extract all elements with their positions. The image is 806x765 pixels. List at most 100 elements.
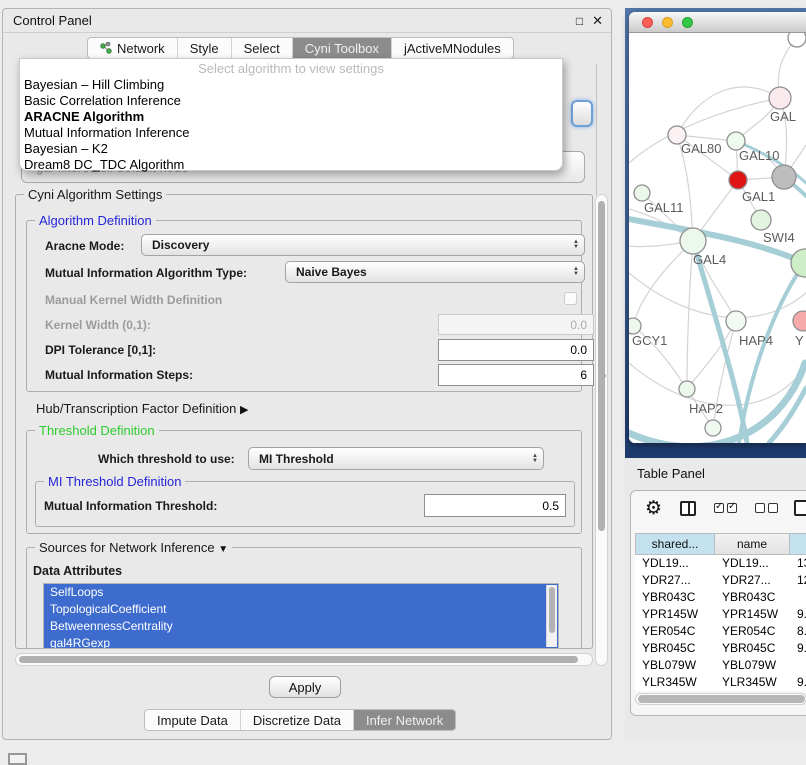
node-table[interactable]: shared...name YDL19...YDL19...13YDR27...…	[635, 533, 806, 691]
table-cell: 12	[790, 572, 806, 589]
column-header[interactable]: shared...	[635, 533, 715, 555]
table-cell: YER054C	[635, 623, 715, 640]
tab-impute-data[interactable]: Impute Data	[145, 710, 241, 730]
node-label: GAL10	[739, 148, 779, 163]
table-row[interactable]: YER054CYER054C8.	[635, 623, 806, 640]
network-window[interactable]: GALGAL80GAL10GAL1GAL11SWI4GAL4GCY1HAP4YH…	[629, 12, 806, 443]
zoom-window-icon[interactable]	[682, 17, 693, 28]
network-node[interactable]	[769, 87, 791, 109]
export-table-icon[interactable]	[794, 500, 806, 516]
settings-horizontal-scrollbar[interactable]	[15, 653, 593, 666]
table-header-row: shared...name	[635, 533, 806, 555]
attribute-list-item[interactable]: TopologicalCoefficient	[44, 601, 558, 618]
tab-cyni-toolbox[interactable]: Cyni Toolbox	[293, 38, 392, 58]
close-window-icon[interactable]	[642, 17, 653, 28]
aracne-mode-combo[interactable]: Discovery ▲▼	[141, 234, 585, 256]
focused-combo-stepper[interactable]	[571, 100, 593, 127]
manual-kernel-checkbox[interactable]	[564, 292, 577, 305]
mi-type-combo[interactable]: Naive Bayes ▲▼	[285, 261, 585, 283]
control-panel-tabs: NetworkStyleSelectCyni Toolbox jActiveMNo…	[87, 37, 514, 59]
minimize-window-icon[interactable]	[662, 17, 673, 28]
sources-title[interactable]: Sources for Network Inference ▼	[35, 540, 232, 555]
table-horizontal-scrollbar[interactable]	[635, 693, 806, 705]
show-checked-columns-icon[interactable]	[714, 503, 737, 513]
which-threshold-label: Which threshold to use:	[98, 452, 235, 466]
algorithm-option[interactable]: Mutual Information Inference	[20, 125, 562, 141]
network-node[interactable]	[791, 249, 806, 277]
cyni-settings-title: Cyni Algorithm Settings	[24, 187, 166, 202]
tab-select[interactable]: Select	[232, 38, 293, 58]
algorithm-option[interactable]: Basic Correlation Inference	[20, 93, 562, 109]
cyni-mode-tabs: Impute DataDiscretize DataInfer Network	[144, 709, 456, 731]
table-cell: YBR043C	[715, 589, 790, 606]
threshold-definition-title: Threshold Definition	[35, 423, 159, 438]
algorithm-option[interactable]: ARACNE Algorithm	[20, 109, 562, 125]
algorithm-definition-title: Algorithm Definition	[35, 213, 156, 228]
apply-button[interactable]: Apply	[269, 676, 341, 698]
tab-infer-network[interactable]: Infer Network	[354, 710, 455, 730]
network-node[interactable]	[680, 228, 706, 254]
table-row[interactable]: YBR043CYBR043C	[635, 589, 806, 606]
network-node[interactable]	[729, 171, 747, 189]
splitter-grip[interactable]: ›	[604, 372, 609, 379]
data-attributes-list[interactable]: SelfLoopsTopologicalCoefficientBetweenne…	[43, 583, 559, 649]
tab-jactivemnodules[interactable]: jActiveMNodules	[392, 38, 513, 58]
mi-threshold-group: MI Threshold Definition Mutual Informati…	[35, 481, 575, 527]
network-node[interactable]	[629, 318, 641, 334]
attributes-list-scrollbar[interactable]	[546, 585, 557, 647]
algorithm-option[interactable]: Dream8 DC_TDC Algorithm	[20, 157, 562, 173]
combo-stepper-icon: ▲▼	[573, 262, 579, 282]
network-node[interactable]	[705, 420, 721, 436]
table-row[interactable]: YDL19...YDL19...13	[635, 555, 806, 572]
table-row[interactable]: YBL079WYBL079W	[635, 657, 806, 674]
network-node[interactable]	[679, 381, 695, 397]
hub-definition-toggle[interactable]: Hub/Transcription Factor Definition ▶	[36, 401, 248, 416]
float-panel-icon[interactable]: □	[576, 15, 583, 27]
algorithm-option[interactable]: Bayesian – K2	[20, 141, 562, 157]
dpi-tolerance-field[interactable]: 0.0	[438, 339, 594, 361]
network-node[interactable]	[793, 311, 806, 331]
table-row[interactable]: YBR045CYBR045C9.	[635, 640, 806, 657]
node-label: Y	[795, 333, 804, 348]
algorithm-option[interactable]: Bayesian – Hill Climbing	[20, 77, 562, 93]
attribute-list-item[interactable]: BetweennessCentrality	[44, 618, 558, 635]
minimized-panel-icon[interactable]	[8, 753, 27, 765]
dpi-tolerance-value: 0.0	[570, 343, 587, 357]
close-panel-icon[interactable]: ✕	[592, 14, 603, 27]
network-node[interactable]	[726, 311, 746, 331]
column-header[interactable]	[790, 533, 806, 555]
show-unchecked-columns-icon[interactable]	[755, 503, 778, 513]
table-cell	[790, 657, 806, 674]
table-row[interactable]: YLR345WYLR345W9.	[635, 674, 806, 691]
network-node[interactable]	[634, 185, 650, 201]
attribute-list-item[interactable]: SelfLoops	[44, 584, 558, 601]
tab-style[interactable]: Style	[178, 38, 232, 58]
table-row[interactable]: YDR27...YDR27...12	[635, 572, 806, 589]
mi-steps-field[interactable]: 6	[438, 364, 594, 386]
which-threshold-combo[interactable]: MI Threshold ▲▼	[248, 447, 544, 470]
dpi-tolerance-label: DPI Tolerance [0,1]:	[45, 343, 156, 357]
settings-vertical-scrollbar[interactable]	[595, 194, 608, 666]
cyni-algorithm-settings-group: Cyni Algorithm Settings Algorithm Defini…	[15, 194, 593, 649]
columns-icon[interactable]	[680, 501, 696, 516]
table-cell	[790, 589, 806, 606]
attribute-list-item[interactable]: gal4RGexp	[44, 635, 558, 649]
network-canvas[interactable]: GALGAL80GAL10GAL1GAL11SWI4GAL4GCY1HAP4YH…	[629, 33, 806, 443]
gear-icon[interactable]: ⚙	[645, 499, 662, 518]
tab-label: jActiveMNodules	[404, 41, 501, 56]
groupbox-edge-fragment	[596, 64, 597, 195]
mi-steps-label: Mutual Information Steps:	[45, 368, 193, 382]
mi-threshold-field[interactable]: 0.5	[424, 494, 566, 517]
table-row[interactable]: YPR145WYPR145W9.	[635, 606, 806, 623]
network-node[interactable]	[788, 33, 806, 47]
column-header[interactable]: name	[715, 533, 790, 555]
network-node[interactable]	[751, 210, 771, 230]
combo-stepper-icon: ▲▼	[532, 448, 538, 469]
network-node[interactable]	[772, 165, 796, 189]
tab-network[interactable]: Network	[88, 38, 178, 58]
control-panel-titlebar: Control Panel □ ✕	[3, 9, 611, 33]
tab-discretize-data[interactable]: Discretize Data	[241, 710, 354, 730]
node-label: GAL	[770, 109, 796, 124]
table-cell: YLR345W	[635, 674, 715, 691]
hub-definition-label: Hub/Transcription Factor Definition	[36, 401, 236, 416]
